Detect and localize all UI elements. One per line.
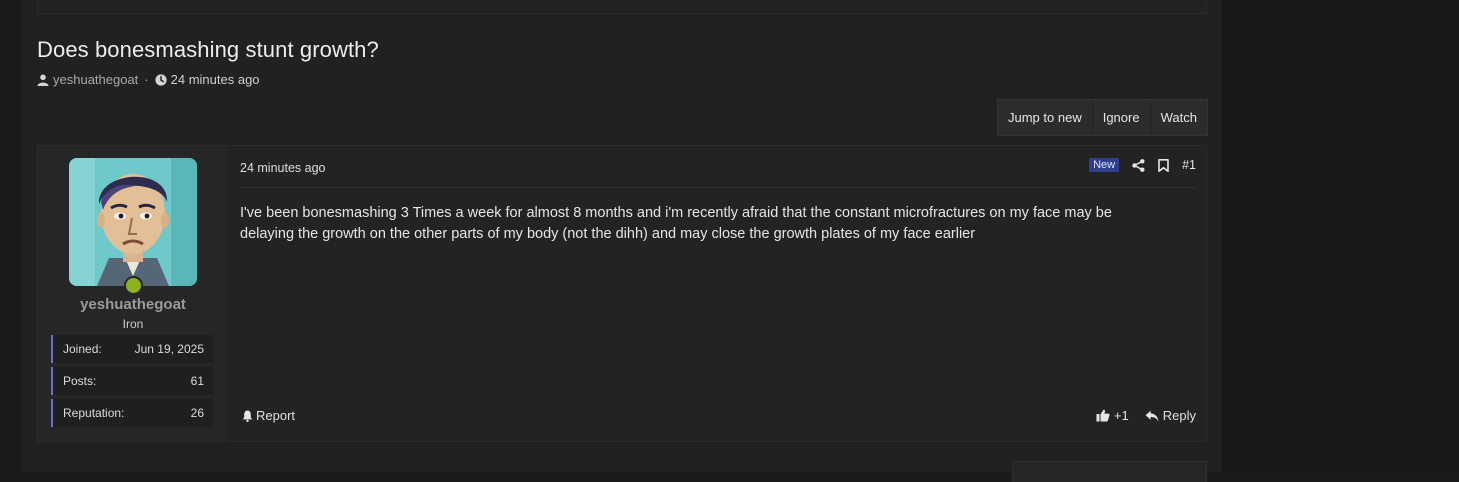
user-stat-joined: Joined: Jun 19, 2025: [51, 335, 213, 363]
stat-label: Posts:: [63, 374, 97, 388]
thread-author-link[interactable]: yeshuathegoat: [53, 72, 138, 87]
post-body: I've been bonesmashing 3 Times a week fo…: [240, 205, 1112, 242]
thread-meta: yeshuathegoat · 24 minutes ago: [37, 72, 260, 87]
previous-block: [37, 0, 1207, 14]
user-stat-posts: Posts: 61: [51, 367, 213, 395]
reply-button[interactable]: Reply: [1145, 408, 1196, 423]
watch-button[interactable]: Watch: [1151, 100, 1207, 135]
user-icon: [37, 74, 49, 86]
avatar[interactable]: [69, 158, 197, 286]
stat-value: Jun 19, 2025: [134, 342, 204, 356]
stat-value: 26: [190, 406, 204, 420]
new-badge: New: [1089, 158, 1120, 172]
post-timestamp[interactable]: 24 minutes ago: [240, 161, 325, 175]
thumbs-up-icon: [1096, 409, 1110, 422]
reply-icon: [1145, 410, 1159, 422]
right-gutter: [1222, 0, 1459, 472]
clock-icon: [155, 73, 167, 86]
bookmark-icon[interactable]: [1158, 158, 1169, 172]
stat-label: Joined:: [63, 342, 102, 356]
bell-icon: [242, 410, 253, 422]
user-stat-reputation: Reputation: 26: [51, 399, 213, 427]
online-status-indicator: [124, 276, 143, 295]
meta-separator: ·: [144, 72, 149, 87]
post-header-divider: [240, 187, 1196, 188]
reply-label: Reply: [1162, 408, 1196, 423]
post-footer-actions: +1 Reply: [1096, 408, 1196, 423]
stat-value: 61: [190, 374, 204, 388]
thread-action-bar: Jump to new Ignore Watch: [997, 99, 1208, 136]
thread-posted-time[interactable]: 24 minutes ago: [171, 72, 260, 87]
report-button[interactable]: Report: [242, 408, 295, 423]
stat-label: Reputation:: [63, 406, 125, 420]
user-rank-title: Iron: [122, 317, 144, 331]
ignore-button[interactable]: Ignore: [1093, 100, 1151, 135]
like-count: +1: [1113, 408, 1129, 423]
post-user-column: yeshuathegoat Iron Joined: Jun 19, 2025 …: [38, 146, 228, 441]
post-permalink-number[interactable]: #1: [1182, 158, 1196, 172]
share-icon[interactable]: [1132, 158, 1145, 172]
report-label: Report: [256, 408, 296, 423]
post-tools: New #1: [1089, 158, 1196, 172]
post-main: 24 minutes ago New #1 I've been bonesmas…: [240, 146, 1196, 441]
post: yeshuathegoat Iron Joined: Jun 19, 2025 …: [37, 145, 1207, 442]
post-username[interactable]: yeshuathegoat: [38, 296, 228, 313]
like-button[interactable]: +1: [1096, 408, 1129, 423]
thread-title: Does bonesmashing stunt growth?: [37, 37, 379, 62]
jump-to-new-button[interactable]: Jump to new: [998, 100, 1093, 135]
